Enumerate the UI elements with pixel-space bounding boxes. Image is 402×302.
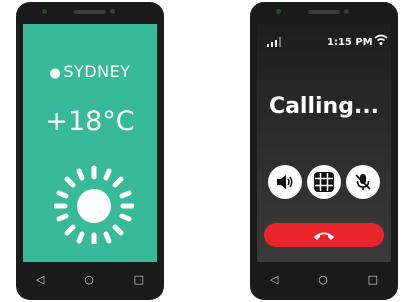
speaker-button[interactable] [267,165,302,199]
end-call-button[interactable] [264,223,384,247]
recents-button[interactable]: □ [134,273,144,286]
call-controls [257,165,391,199]
city-label: ● SYDNEY [23,62,157,81]
earpiece [308,10,340,14]
hang-up-icon [314,232,334,240]
navigation-bar: ◁ ○ □ [250,266,398,292]
sensor [110,9,115,14]
call-screen: 1:15 PM Calling... [257,24,391,262]
call-phone: 1:15 PM Calling... ◁ ○ □ [250,2,398,300]
sensor [344,9,349,14]
front-camera [276,9,281,14]
sun-icon [54,165,134,244]
earpiece [74,10,106,14]
back-button[interactable]: ◁ [36,273,44,286]
call-status: Calling... [268,94,380,119]
temperature-value: +18°C [45,106,135,137]
home-button[interactable]: ○ [84,273,94,286]
recents-button[interactable]: □ [368,273,378,286]
weather-phone: ● SYDNEY +18°C ◁ ○ □ [16,2,164,300]
front-camera [42,9,47,14]
location-pin-icon: ● [49,66,62,81]
signal-icon [267,37,281,47]
keypad-button[interactable] [306,165,341,199]
home-button[interactable]: ○ [318,273,328,286]
speaker-icon [276,175,293,189]
back-button[interactable]: ◁ [270,273,278,286]
wifi-icon [374,34,388,45]
city-name: SYDNEY [63,62,131,81]
mute-icon [355,174,371,190]
status-time: 1:15 PM [327,37,373,48]
navigation-bar: ◁ ○ □ [16,266,164,292]
keypad-icon [313,172,334,192]
weather-screen: ● SYDNEY +18°C [23,24,157,262]
mute-button[interactable] [346,165,381,199]
